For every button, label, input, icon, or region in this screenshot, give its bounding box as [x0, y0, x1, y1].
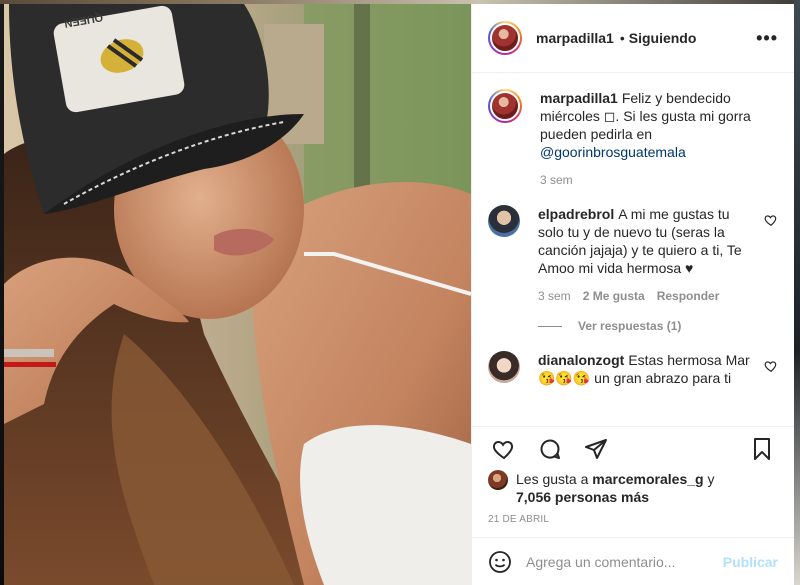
likes-conj: y — [707, 471, 715, 487]
author-avatar[interactable] — [488, 21, 522, 55]
post-actions-bar — [472, 426, 794, 470]
view-replies-label: Ver respuestas (1) — [578, 319, 682, 333]
caption-body: marpadilla1 Feliz y bendecido miércoles ◻… — [540, 89, 778, 189]
comment-username[interactable]: dianalonzogt — [538, 352, 624, 368]
save-button[interactable] — [742, 429, 782, 469]
caption-avatar[interactable] — [488, 89, 522, 123]
caption-meta: 3 sem — [540, 171, 752, 189]
background-feed-edge — [794, 0, 800, 585]
caption: marpadilla1 Feliz y bendecido miércoles ◻… — [488, 89, 778, 189]
caption-username[interactable]: marpadilla1 — [540, 90, 618, 106]
likes-summary: Les gusta a marcemorales_g y 7,056 perso… — [472, 470, 794, 506]
heart-icon — [492, 440, 514, 459]
caption-mention-link[interactable]: @goorinbrosguatemala — [540, 143, 752, 161]
comment-meta: 3 sem 2 Me gusta Responder — [538, 287, 752, 305]
comment-item: dianalonzogt Estas hermosa Mar 😘😘😘 un gra… — [488, 351, 778, 387]
liker-avatar[interactable] — [488, 470, 508, 490]
separator-dot: • — [619, 30, 625, 46]
post-modal: QUEEN marpadilla1 • Siguiendo ••• marpad… — [4, 4, 794, 585]
comment-like-heart-icon[interactable] — [764, 359, 778, 373]
comment-time[interactable]: 3 sem — [538, 287, 571, 305]
likes-prefix: Les gusta a — [516, 471, 589, 487]
reply-button[interactable]: Responder — [657, 287, 720, 305]
comment-body: dianalonzogt Estas hermosa Mar 😘😘😘 un gra… — [538, 351, 778, 387]
comment-like-heart-icon[interactable] — [764, 213, 778, 227]
post-photo-illustration — [4, 4, 471, 585]
comment-item: elpadrebrol A mi me gustas tu solo tu y d… — [488, 205, 778, 305]
comment-input[interactable]: Agrega un comentario... — [526, 554, 723, 570]
like-button[interactable] — [484, 429, 524, 469]
comments-list[interactable]: marpadilla1 Feliz y bendecido miércoles ◻… — [472, 73, 794, 426]
comment-button[interactable] — [530, 429, 570, 469]
comment-username[interactable]: elpadrebrol — [538, 206, 614, 222]
publish-button[interactable]: Publicar — [723, 554, 778, 570]
post-side-panel: marpadilla1 • Siguiendo ••• marpadilla1 F… — [471, 4, 794, 585]
add-comment-bar: Agrega un comentario... Publicar — [472, 537, 794, 585]
replies-divider — [538, 325, 562, 327]
smiley-icon[interactable] — [488, 550, 512, 574]
following-button[interactable]: Siguiendo — [629, 30, 697, 46]
caption-time[interactable]: 3 sem — [540, 171, 573, 189]
paper-plane-icon — [585, 438, 607, 459]
share-button[interactable] — [576, 429, 616, 469]
view-replies-button[interactable]: Ver respuestas (1) — [538, 319, 778, 333]
comment-icon — [540, 439, 560, 459]
comment-body: elpadrebrol A mi me gustas tu solo tu y d… — [538, 205, 778, 305]
bookmark-icon — [754, 437, 770, 460]
post-date[interactable]: 21 DE ABRIL — [472, 506, 794, 537]
author-username[interactable]: marpadilla1 — [536, 30, 614, 46]
post-header: marpadilla1 • Siguiendo ••• — [472, 4, 794, 73]
likes-others-link[interactable]: 7,056 personas más — [516, 489, 649, 505]
comment-likes-count[interactable]: 2 Me gusta — [583, 287, 645, 305]
post-photo[interactable]: QUEEN — [4, 4, 471, 585]
commenter-avatar[interactable] — [488, 205, 520, 237]
commenter-avatar[interactable] — [488, 351, 520, 383]
more-options-icon[interactable]: ••• — [756, 28, 778, 49]
likes-text: Les gusta a marcemorales_g y 7,056 perso… — [516, 470, 714, 506]
liker-username[interactable]: marcemorales_g — [592, 471, 703, 487]
